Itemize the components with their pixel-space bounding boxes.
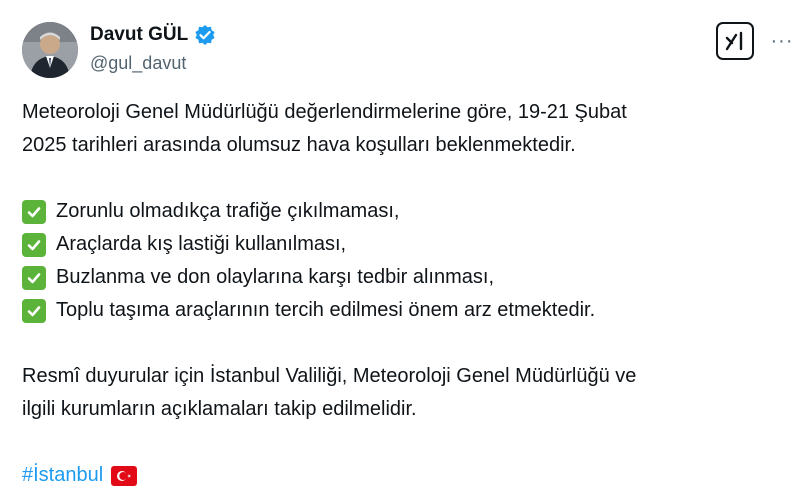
check-mark-icon [22, 298, 46, 323]
check-mark-icon [22, 199, 46, 224]
author-handle[interactable]: @gul_davut [90, 53, 186, 74]
grok-icon [725, 31, 743, 51]
tweet-outro-line-2: ilgili kurumların açıklamaları takip edi… [22, 398, 417, 420]
tweet-intro-line-2: 2025 tarihleri arasında olumsuz hava koş… [22, 134, 576, 156]
more-options-button[interactable]: ··· [770, 26, 794, 56]
check-mark-icon [22, 232, 46, 257]
verified-badge-icon[interactable] [194, 24, 216, 46]
checklist-item-text: Zorunlu olmadıkça trafiğe çıkılmaması, [56, 200, 400, 222]
hashtag-link[interactable]: #İstanbul [22, 459, 103, 492]
tweet-intro-line-1: Meteoroloji Genel Müdürlüğü değerlendirm… [22, 101, 627, 123]
hashtag-row: #İstanbul [22, 459, 782, 492]
checklist-item-text: Buzlanma ve don olaylarına karşı tedbir … [56, 266, 494, 288]
avatar[interactable] [22, 22, 78, 78]
profile-photo [22, 22, 78, 78]
checklist-item-text: Toplu taşıma araçlarının tercih edilmesi… [56, 299, 596, 321]
author-display-name[interactable]: Davut GÜL [90, 24, 188, 46]
grok-button[interactable] [716, 22, 754, 60]
author-name-row: Davut GÜL [90, 24, 216, 46]
checklist-item: Araçlarda kış lastiği kullanılması, [22, 228, 782, 261]
tweet-outro-line-1: Resmî duyurular için İstanbul Valiliği, … [22, 365, 637, 387]
checklist-item: Toplu taşıma araçlarının tercih edilmesi… [22, 294, 782, 327]
checklist-item: Buzlanma ve don olaylarına karşı tedbir … [22, 261, 782, 294]
more-options-icon: ··· [770, 29, 794, 52]
check-mark-icon [22, 265, 46, 290]
checklist-item-text: Araçlarda kış lastiği kullanılması, [56, 233, 347, 255]
turkey-flag-icon [111, 465, 138, 486]
checklist-item: Zorunlu olmadıkça trafiğe çıkılmaması, [22, 195, 782, 228]
tweet-text: Meteoroloji Genel Müdürlüğü değerlendirm… [22, 96, 782, 492]
